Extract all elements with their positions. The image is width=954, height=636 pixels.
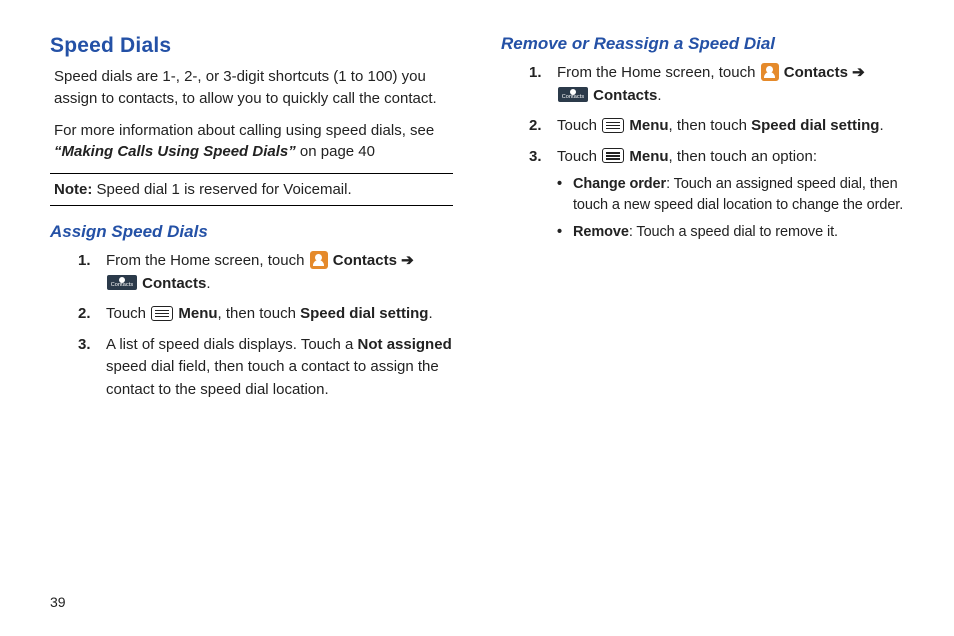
remove-steps-list: From the Home screen, touch Contacts ➔ C…	[529, 62, 904, 243]
change-order-label: Change order	[573, 176, 666, 192]
rstep1-contacts-label-2: Contacts	[589, 87, 657, 104]
period: .	[428, 305, 432, 322]
rstep3-text-a: Touch	[557, 148, 601, 165]
option-change-order: Change order: Touch an assigned speed di…	[557, 174, 904, 216]
period: .	[206, 275, 210, 292]
remove-label: Remove	[573, 224, 629, 240]
menu-icon	[602, 118, 624, 133]
subsection-heading-remove: Remove or Reassign a Speed Dial	[501, 34, 904, 54]
menu-icon	[151, 306, 173, 321]
remove-step-1: From the Home screen, touch Contacts ➔ C…	[529, 62, 904, 107]
section-heading: Speed Dials	[50, 34, 453, 58]
note-label: Note:	[54, 181, 92, 198]
page-number: 39	[50, 594, 66, 610]
remove-step-3: Touch Menu, then touch an option: Change…	[529, 146, 904, 244]
intro-paragraph-2: For more information about calling using…	[54, 120, 449, 164]
subsection-heading-assign: Assign Speed Dials	[50, 222, 453, 242]
intro2-text-b: on page 40	[296, 143, 375, 160]
rstep2-text-c: , then touch	[669, 117, 752, 134]
period: .	[879, 117, 883, 134]
two-column-layout: Speed Dials Speed dials are 1-, 2-, or 3…	[50, 34, 904, 409]
arrow-icon: ➔	[401, 252, 414, 269]
step2-menu-label: Menu	[174, 305, 217, 322]
menu-icon	[602, 148, 624, 163]
cross-reference: “Making Calls Using Speed Dials”	[54, 143, 296, 160]
assign-step-2: Touch Menu, then touch Speed dial settin…	[78, 303, 453, 326]
step3-text-c: speed dial field, then touch a contact t…	[106, 358, 439, 398]
step2-text-c: , then touch	[218, 305, 301, 322]
rstep2-setting-label: Speed dial setting	[751, 117, 879, 134]
step1-contacts-label: Contacts	[329, 252, 402, 269]
assign-step-1: From the Home screen, touch Contacts ➔ C…	[78, 250, 453, 295]
note-text: Speed dial 1 is reserved for Voicemail.	[92, 181, 351, 198]
step2-setting-label: Speed dial setting	[300, 305, 428, 322]
contacts-app-icon	[558, 87, 588, 102]
step2-text-a: Touch	[106, 305, 150, 322]
rstep2-text-a: Touch	[557, 117, 601, 134]
arrow-icon: ➔	[852, 64, 865, 81]
assign-steps-list: From the Home screen, touch Contacts ➔ C…	[78, 250, 453, 401]
step3-text-a: A list of speed dials displays. Touch a	[106, 336, 358, 353]
contacts-app-icon	[107, 275, 137, 290]
rstep3-menu-label: Menu	[625, 148, 668, 165]
rstep3-text-c: , then touch an option:	[669, 148, 817, 165]
options-sublist: Change order: Touch an assigned speed di…	[557, 174, 904, 243]
remove-step-2: Touch Menu, then touch Speed dial settin…	[529, 115, 904, 138]
left-column: Speed Dials Speed dials are 1-, 2-, or 3…	[50, 34, 453, 409]
rstep1-contacts-label: Contacts	[780, 64, 853, 81]
step3-not-assigned: Not assigned	[358, 336, 452, 353]
assign-step-3: A list of speed dials displays. Touch a …	[78, 334, 453, 402]
remove-text: : Touch a speed dial to remove it.	[629, 224, 838, 240]
right-column: Remove or Reassign a Speed Dial From the…	[501, 34, 904, 409]
step1-text-a: From the Home screen, touch	[106, 252, 309, 269]
contacts-icon	[310, 251, 328, 269]
step1-contacts-label-2: Contacts	[138, 275, 206, 292]
period: .	[657, 87, 661, 104]
intro2-text-a: For more information about calling using…	[54, 122, 434, 139]
rstep2-menu-label: Menu	[625, 117, 668, 134]
intro-paragraph-1: Speed dials are 1-, 2-, or 3-digit short…	[54, 66, 449, 110]
contacts-icon	[761, 63, 779, 81]
note-box: Note: Speed dial 1 is reserved for Voice…	[50, 173, 453, 206]
rstep1-text-a: From the Home screen, touch	[557, 64, 760, 81]
option-remove: Remove: Touch a speed dial to remove it.	[557, 222, 904, 243]
